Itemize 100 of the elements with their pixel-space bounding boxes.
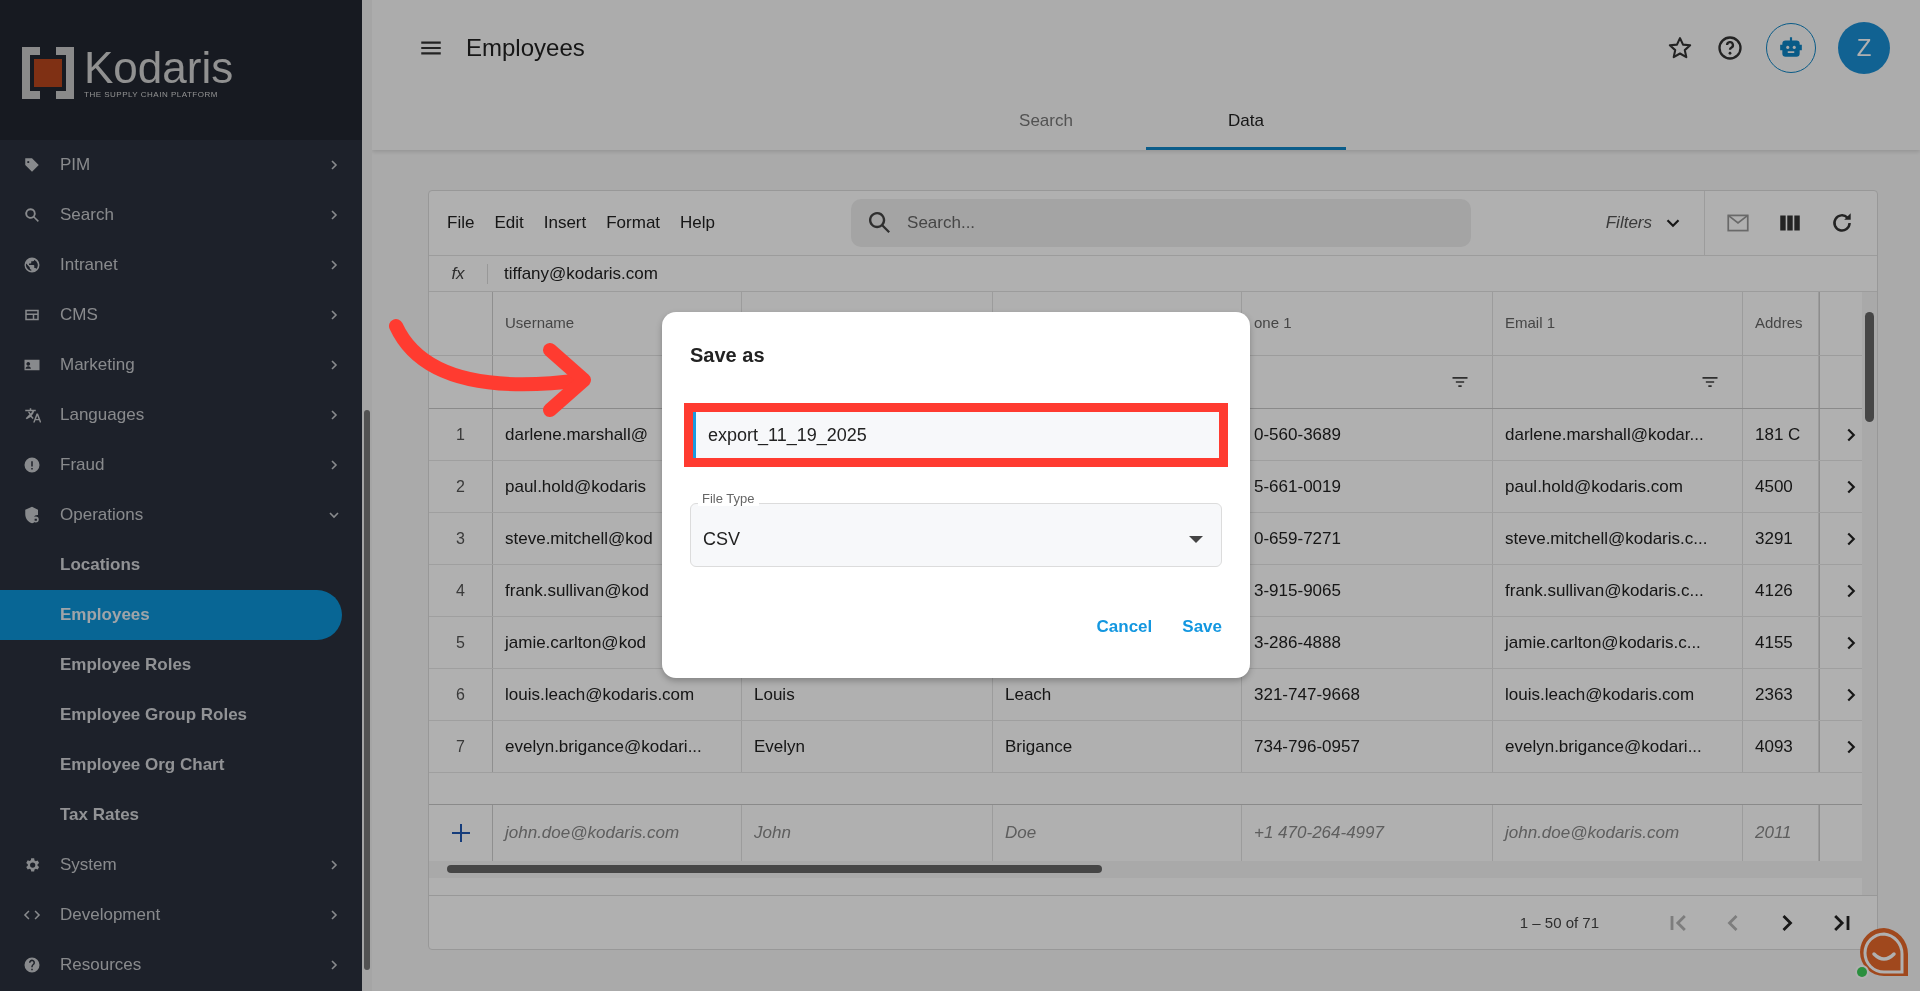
menu-item[interactable]: Edit (494, 213, 524, 233)
dropdown-caret-icon (1189, 535, 1203, 543)
sidebar-subitem[interactable]: Locations (0, 540, 342, 590)
column-header[interactable]: one 1 (1254, 314, 1292, 331)
vertical-scrollbar[interactable] (1862, 292, 1877, 895)
row-number: 6 (456, 685, 465, 704)
search-icon (23, 206, 41, 224)
search-icon (869, 212, 891, 233)
menu-item[interactable]: Insert (543, 213, 587, 233)
sidebar-item[interactable]: System (0, 840, 362, 890)
sidebar-item[interactable]: CMS (0, 290, 362, 340)
tag-icon (23, 156, 41, 174)
filters-button[interactable]: Filters (1599, 211, 1690, 235)
new-row-placeholder[interactable]: Doe (1005, 823, 1037, 843)
table-cell: darlene.marshall@ (505, 424, 648, 445)
menu-item[interactable]: Help (680, 213, 716, 233)
user-avatar[interactable]: Z (1838, 21, 1890, 74)
table-cell: paul.hold@kodaris (505, 476, 647, 497)
row-number: 3 (456, 529, 465, 548)
row-number: 4 (456, 581, 465, 600)
sidebar-item[interactable]: Search (0, 190, 362, 240)
new-row-placeholder[interactable]: 2011 (1755, 823, 1792, 843)
sidebar-subitem[interactable]: Tax Rates (0, 790, 342, 840)
new-row-placeholder[interactable]: +1 470-264-4997 (1254, 823, 1384, 843)
table-cell: Brigance (1005, 736, 1073, 757)
table-cell: paul.hold@kodaris.com (1505, 476, 1683, 497)
table-cell: 0-560-3689 (1254, 424, 1341, 445)
table-cell: Louis (754, 684, 795, 705)
help-icon[interactable] (1716, 33, 1744, 62)
table-cell: Leach (1005, 684, 1052, 705)
table-cell: darlene.marshall@kodar... (1505, 424, 1704, 445)
column-header[interactable]: Email 1 (1505, 314, 1556, 331)
save-button[interactable]: Save (1174, 611, 1230, 643)
table-cell: 4093 (1755, 736, 1793, 757)
logo-wordmark: Kodaris (84, 46, 234, 90)
column-header[interactable]: Username (505, 314, 575, 331)
sidebar-item[interactable]: Fraud (0, 440, 362, 490)
sidebar-item[interactable]: Operations (0, 490, 362, 540)
table-cell: frank.sullivan@kod (505, 580, 649, 601)
filename-field[interactable]: export_11_19_2025 (693, 412, 1219, 458)
sidebar-subitem[interactable]: Employee Group Roles (0, 690, 342, 740)
table-cell: Evelyn (754, 736, 806, 757)
tab[interactable]: Data (1146, 95, 1346, 150)
logo-icon (22, 46, 74, 99)
table-cell: 181 C (1755, 424, 1801, 445)
table-cell: louis.leach@kodaris.com (505, 684, 695, 705)
table-cell: steve.mitchell@kodaris.c... (1505, 528, 1708, 549)
table-cell: 4126 (1755, 580, 1793, 601)
row-number: 2 (456, 477, 465, 496)
sidebar-subitem[interactable]: Employees (0, 590, 342, 640)
table-cell: 2363 (1755, 684, 1793, 705)
menu-item[interactable]: Format (606, 213, 661, 233)
column-header[interactable]: Addres (1755, 314, 1803, 331)
sidebar-item[interactable]: Resources (0, 940, 362, 990)
new-row-placeholder[interactable]: John (754, 823, 791, 843)
table-cell: 4155 (1755, 632, 1793, 653)
new-row-placeholder[interactable]: john.doe@kodaris.com (505, 823, 680, 843)
menu-item[interactable]: File (447, 213, 475, 233)
translate-icon (23, 406, 41, 424)
table-cell: jamie.carlton@kod (505, 632, 647, 653)
table-cell: frank.sullivan@kodaris.c... (1505, 580, 1704, 601)
row-number: 1 (456, 425, 465, 444)
table-cell: 0-659-7271 (1254, 528, 1341, 549)
search-field[interactable]: Search... (851, 199, 1472, 247)
table-cell: 3-915-9065 (1254, 580, 1341, 601)
formula-label: fx (429, 263, 488, 284)
dialog-title: Save as (690, 344, 766, 367)
tab[interactable]: Search (946, 95, 1146, 150)
table-cell: 734-796-0957 (1254, 736, 1360, 757)
new-row-placeholder[interactable]: john.doe@kodaris.com (1505, 823, 1680, 843)
sidebar-item[interactable]: Marketing (0, 340, 362, 390)
sidebar-item[interactable]: Intranet (0, 240, 362, 290)
table-cell: evelyn.brigance@kodari... (505, 736, 702, 757)
sidebar-item[interactable]: Languages (0, 390, 362, 440)
page-title: Employees (466, 33, 585, 62)
row-number: 5 (456, 633, 465, 652)
table-cell: louis.leach@kodaris.com (1505, 684, 1695, 705)
alert-icon (23, 456, 41, 474)
cancel-button[interactable]: Cancel (1088, 611, 1161, 643)
pagination-range: 1 – 50 of 71 (1519, 914, 1599, 931)
sidebar-subitem[interactable]: Employee Roles (0, 640, 342, 690)
logo-tagline: THE SUPPLY CHAIN PLATFORM (84, 90, 219, 99)
scrollbar-thumb[interactable] (364, 410, 370, 970)
table-cell: evelyn.brigance@kodari... (1505, 736, 1702, 757)
table-cell: 3291 (1755, 528, 1793, 549)
sidebar-item[interactable]: PIM (0, 140, 362, 190)
row-number: 7 (456, 737, 465, 756)
horizontal-scrollbar[interactable] (429, 861, 1863, 878)
formula-value[interactable]: tiffany@kodaris.com (504, 263, 658, 284)
globe-icon (23, 256, 41, 274)
table-cell: steve.mitchell@kod (505, 528, 653, 549)
table-cell: 4500 (1755, 476, 1793, 497)
settings-icon (23, 856, 41, 874)
table-cell: 5-661-0019 (1254, 476, 1341, 497)
field-label: File Type (698, 491, 759, 506)
help-icon (23, 956, 41, 974)
shield-icon (23, 506, 41, 524)
sidebar-item[interactable]: Development (0, 890, 362, 940)
table-cell: jamie.carlton@kodaris.c... (1505, 632, 1701, 653)
sidebar-subitem[interactable]: Employee Org Chart (0, 740, 342, 790)
